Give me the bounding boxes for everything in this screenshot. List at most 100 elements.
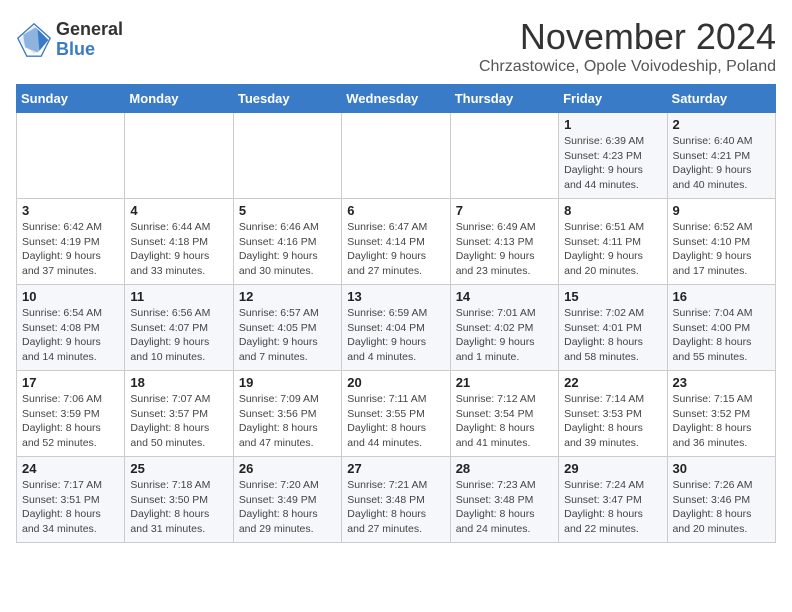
day-number: 6 bbox=[347, 203, 444, 218]
day-number: 19 bbox=[239, 375, 336, 390]
day-info: Sunrise: 6:39 AM Sunset: 4:23 PM Dayligh… bbox=[564, 134, 661, 193]
header-wednesday: Wednesday bbox=[342, 85, 450, 113]
day-number: 21 bbox=[456, 375, 553, 390]
month-title: November 2024 bbox=[479, 16, 776, 58]
calendar-cell bbox=[342, 113, 450, 199]
logo-general-text: General bbox=[56, 20, 123, 40]
day-number: 10 bbox=[22, 289, 119, 304]
calendar-cell: 1 Sunrise: 6:39 AM Sunset: 4:23 PM Daylig… bbox=[559, 113, 667, 199]
day-info: Sunrise: 6:59 AM Sunset: 4:04 PM Dayligh… bbox=[347, 306, 444, 365]
day-info: Sunrise: 7:15 AM Sunset: 3:52 PM Dayligh… bbox=[673, 392, 770, 451]
calendar-cell: 20 Sunrise: 7:11 AM Sunset: 3:55 PM Dayli… bbox=[342, 371, 450, 457]
calendar-cell bbox=[233, 113, 341, 199]
day-number: 29 bbox=[564, 461, 661, 476]
calendar-cell: 12Sunrise: 6:57 AM Sunset: 4:05 PM Dayli… bbox=[233, 285, 341, 371]
day-number: 2 bbox=[673, 117, 770, 132]
calendar-cell: 27Sunrise: 7:21 AM Sunset: 3:48 PM Dayli… bbox=[342, 457, 450, 543]
calendar-cell: 18 Sunrise: 7:07 AM Sunset: 3:57 PM Dayli… bbox=[125, 371, 233, 457]
day-info: Sunrise: 7:17 AM Sunset: 3:51 PM Dayligh… bbox=[22, 478, 119, 537]
week-row-1: 1 Sunrise: 6:39 AM Sunset: 4:23 PM Daylig… bbox=[17, 113, 776, 199]
day-info: Sunrise: 7:01 AM Sunset: 4:02 PM Dayligh… bbox=[456, 306, 553, 365]
title-block: November 2024 Chrzastowice, Opole Voivod… bbox=[479, 16, 776, 76]
day-info: Sunrise: 7:04 AM Sunset: 4:00 PM Dayligh… bbox=[673, 306, 770, 365]
day-number: 28 bbox=[456, 461, 553, 476]
header-sunday: Sunday bbox=[17, 85, 125, 113]
calendar-cell: 17 Sunrise: 7:06 AM Sunset: 3:59 PM Dayli… bbox=[17, 371, 125, 457]
day-info: Sunrise: 6:46 AM Sunset: 4:16 PM Dayligh… bbox=[239, 220, 336, 279]
calendar-cell: 19 Sunrise: 7:09 AM Sunset: 3:56 PM Dayli… bbox=[233, 371, 341, 457]
calendar-cell: 3Sunrise: 6:42 AM Sunset: 4:19 PM Daylig… bbox=[17, 199, 125, 285]
day-number: 13 bbox=[347, 289, 444, 304]
day-info: Sunrise: 6:52 AM Sunset: 4:10 PM Dayligh… bbox=[673, 220, 770, 279]
calendar-cell: 11 Sunrise: 6:56 AM Sunset: 4:07 PM Dayli… bbox=[125, 285, 233, 371]
calendar-cell: 28 Sunrise: 7:23 AM Sunset: 3:48 PM Dayli… bbox=[450, 457, 558, 543]
page-header: General Blue November 2024 Chrzastowice,… bbox=[16, 16, 776, 76]
calendar-cell: 2Sunrise: 6:40 AM Sunset: 4:21 PM Daylig… bbox=[667, 113, 775, 199]
day-info: Sunrise: 7:06 AM Sunset: 3:59 PM Dayligh… bbox=[22, 392, 119, 451]
location-subtitle: Chrzastowice, Opole Voivodeship, Poland bbox=[479, 58, 776, 76]
day-number: 23 bbox=[673, 375, 770, 390]
day-info: Sunrise: 7:18 AM Sunset: 3:50 PM Dayligh… bbox=[130, 478, 227, 537]
calendar-cell: 15Sunrise: 7:02 AM Sunset: 4:01 PM Dayli… bbox=[559, 285, 667, 371]
calendar-cell: 21 Sunrise: 7:12 AM Sunset: 3:54 PM Dayli… bbox=[450, 371, 558, 457]
day-info: Sunrise: 7:09 AM Sunset: 3:56 PM Dayligh… bbox=[239, 392, 336, 451]
logo: General Blue bbox=[16, 20, 123, 60]
calendar-cell: 23 Sunrise: 7:15 AM Sunset: 3:52 PM Dayli… bbox=[667, 371, 775, 457]
calendar-cell: 4 Sunrise: 6:44 AM Sunset: 4:18 PM Daylig… bbox=[125, 199, 233, 285]
day-info: Sunrise: 6:47 AM Sunset: 4:14 PM Dayligh… bbox=[347, 220, 444, 279]
day-number: 4 bbox=[130, 203, 227, 218]
day-info: Sunrise: 7:14 AM Sunset: 3:53 PM Dayligh… bbox=[564, 392, 661, 451]
calendar-table: SundayMondayTuesdayWednesdayThursdayFrid… bbox=[16, 84, 776, 543]
calendar-cell: 22 Sunrise: 7:14 AM Sunset: 3:53 PM Dayli… bbox=[559, 371, 667, 457]
day-number: 22 bbox=[564, 375, 661, 390]
day-number: 3 bbox=[22, 203, 119, 218]
header-friday: Friday bbox=[559, 85, 667, 113]
day-number: 20 bbox=[347, 375, 444, 390]
calendar-cell: 7 Sunrise: 6:49 AM Sunset: 4:13 PM Daylig… bbox=[450, 199, 558, 285]
calendar-cell: 14Sunrise: 7:01 AM Sunset: 4:02 PM Dayli… bbox=[450, 285, 558, 371]
day-info: Sunrise: 7:20 AM Sunset: 3:49 PM Dayligh… bbox=[239, 478, 336, 537]
calendar-cell: 26 Sunrise: 7:20 AM Sunset: 3:49 PM Dayli… bbox=[233, 457, 341, 543]
logo-icon bbox=[16, 22, 52, 58]
calendar-cell: 8Sunrise: 6:51 AM Sunset: 4:11 PM Daylig… bbox=[559, 199, 667, 285]
day-info: Sunrise: 6:51 AM Sunset: 4:11 PM Dayligh… bbox=[564, 220, 661, 279]
calendar-cell bbox=[17, 113, 125, 199]
day-number: 30 bbox=[673, 461, 770, 476]
day-number: 7 bbox=[456, 203, 553, 218]
logo-blue-text: Blue bbox=[56, 40, 123, 60]
calendar-cell: 30 Sunrise: 7:26 AM Sunset: 3:46 PM Dayli… bbox=[667, 457, 775, 543]
day-info: Sunrise: 7:23 AM Sunset: 3:48 PM Dayligh… bbox=[456, 478, 553, 537]
day-number: 11 bbox=[130, 289, 227, 304]
day-number: 25 bbox=[130, 461, 227, 476]
day-info: Sunrise: 7:26 AM Sunset: 3:46 PM Dayligh… bbox=[673, 478, 770, 537]
day-number: 18 bbox=[130, 375, 227, 390]
calendar-cell: 6 Sunrise: 6:47 AM Sunset: 4:14 PM Daylig… bbox=[342, 199, 450, 285]
calendar-cell: 25 Sunrise: 7:18 AM Sunset: 3:50 PM Dayli… bbox=[125, 457, 233, 543]
header-tuesday: Tuesday bbox=[233, 85, 341, 113]
header-saturday: Saturday bbox=[667, 85, 775, 113]
calendar-cell: 10Sunrise: 6:54 AM Sunset: 4:08 PM Dayli… bbox=[17, 285, 125, 371]
day-info: Sunrise: 6:56 AM Sunset: 4:07 PM Dayligh… bbox=[130, 306, 227, 365]
day-number: 16 bbox=[673, 289, 770, 304]
day-info: Sunrise: 7:02 AM Sunset: 4:01 PM Dayligh… bbox=[564, 306, 661, 365]
day-info: Sunrise: 6:49 AM Sunset: 4:13 PM Dayligh… bbox=[456, 220, 553, 279]
week-row-2: 3Sunrise: 6:42 AM Sunset: 4:19 PM Daylig… bbox=[17, 199, 776, 285]
day-info: Sunrise: 7:11 AM Sunset: 3:55 PM Dayligh… bbox=[347, 392, 444, 451]
day-info: Sunrise: 7:07 AM Sunset: 3:57 PM Dayligh… bbox=[130, 392, 227, 451]
header-thursday: Thursday bbox=[450, 85, 558, 113]
day-number: 17 bbox=[22, 375, 119, 390]
day-number: 5 bbox=[239, 203, 336, 218]
calendar-cell: 29Sunrise: 7:24 AM Sunset: 3:47 PM Dayli… bbox=[559, 457, 667, 543]
day-number: 26 bbox=[239, 461, 336, 476]
day-info: Sunrise: 7:12 AM Sunset: 3:54 PM Dayligh… bbox=[456, 392, 553, 451]
day-number: 24 bbox=[22, 461, 119, 476]
day-info: Sunrise: 6:44 AM Sunset: 4:18 PM Dayligh… bbox=[130, 220, 227, 279]
calendar-cell: 24 Sunrise: 7:17 AM Sunset: 3:51 PM Dayli… bbox=[17, 457, 125, 543]
calendar-cell bbox=[125, 113, 233, 199]
header-row: SundayMondayTuesdayWednesdayThursdayFrid… bbox=[17, 85, 776, 113]
day-number: 1 bbox=[564, 117, 661, 132]
calendar-cell: 13 Sunrise: 6:59 AM Sunset: 4:04 PM Dayli… bbox=[342, 285, 450, 371]
day-info: Sunrise: 6:57 AM Sunset: 4:05 PM Dayligh… bbox=[239, 306, 336, 365]
calendar-cell: 16 Sunrise: 7:04 AM Sunset: 4:00 PM Dayli… bbox=[667, 285, 775, 371]
calendar-cell: 5 Sunrise: 6:46 AM Sunset: 4:16 PM Daylig… bbox=[233, 199, 341, 285]
